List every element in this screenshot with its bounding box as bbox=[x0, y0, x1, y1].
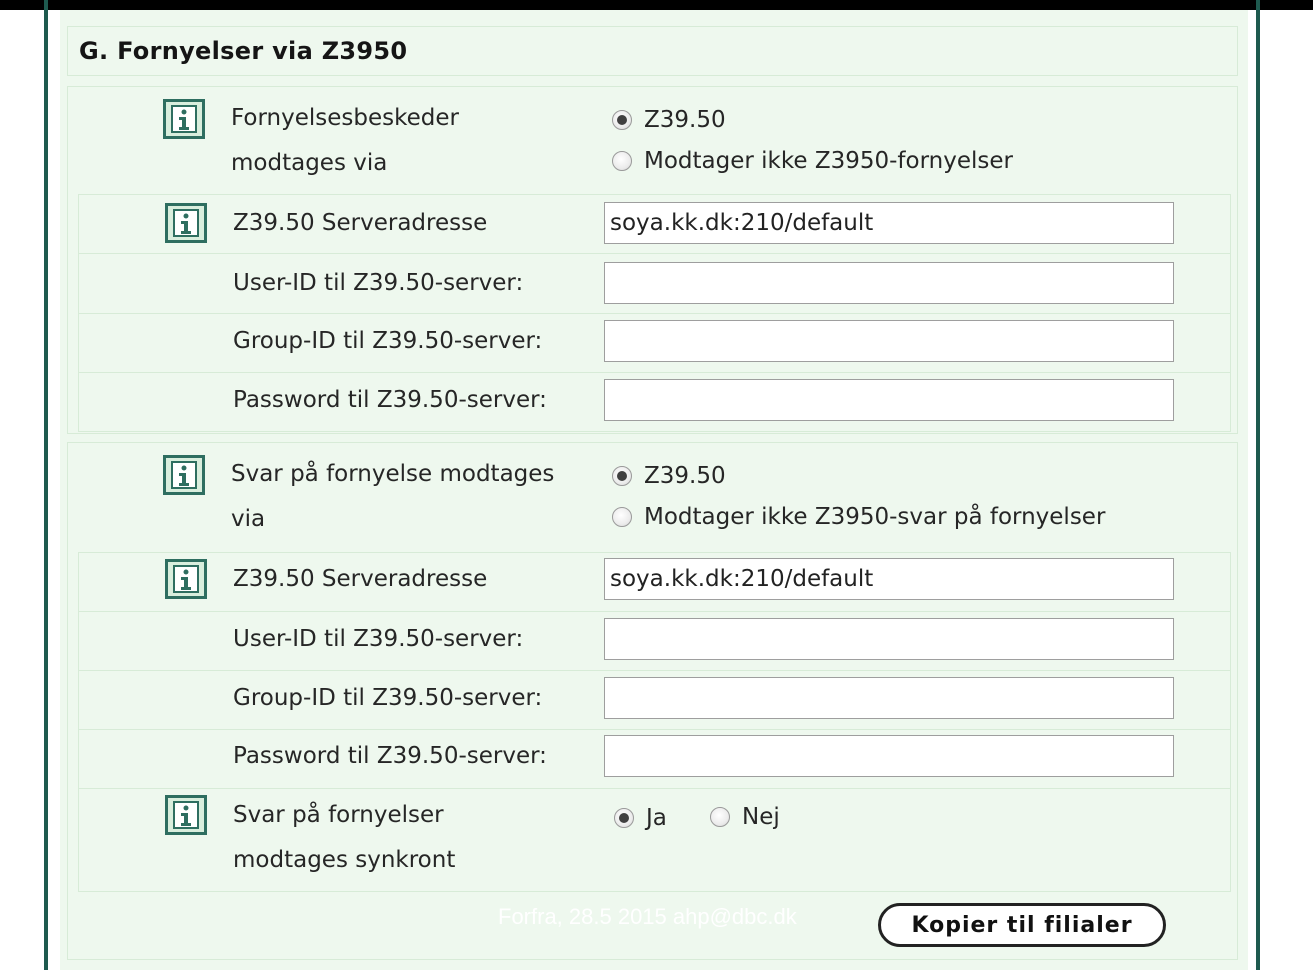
info-icon[interactable] bbox=[163, 455, 205, 495]
section-header: G. Fornyelser via Z3950 bbox=[67, 26, 1238, 76]
section-title: G. Fornyelser via Z3950 bbox=[79, 37, 408, 65]
server-address-input[interactable] bbox=[604, 558, 1174, 600]
renewal-answers-label-line2: via bbox=[231, 506, 266, 532]
user-id-input[interactable] bbox=[604, 618, 1174, 660]
password-label: Password til Z39.50-server: bbox=[233, 743, 547, 769]
renewal-answers-label-line1: Svar på fornyelse modtages bbox=[231, 461, 555, 487]
user-id-label: User-ID til Z39.50-server: bbox=[233, 626, 524, 652]
group-id-label: Group-ID til Z39.50-server: bbox=[233, 328, 543, 354]
radio-label: Z39.50 bbox=[644, 107, 726, 133]
radio-option-no-z3950[interactable]: Modtager ikke Z3950-fornyelser bbox=[612, 141, 1013, 181]
synchronous-label-line2: modtages synkront bbox=[233, 847, 456, 873]
group-id-label: Group-ID til Z39.50-server: bbox=[233, 685, 543, 711]
info-icon[interactable] bbox=[165, 559, 207, 599]
radio-label: Modtager ikke Z3950-svar på fornyelser bbox=[644, 504, 1106, 530]
row-divider bbox=[78, 611, 1231, 612]
server-address-input[interactable] bbox=[604, 202, 1174, 244]
top-black-bar bbox=[0, 0, 1313, 10]
user-id-label: User-ID til Z39.50-server: bbox=[233, 270, 524, 296]
synchronous-label-line1: Svar på fornyelser bbox=[233, 802, 444, 828]
radio-button[interactable] bbox=[612, 151, 632, 171]
renewal-requests-label-line2: modtages via bbox=[231, 150, 388, 176]
password-label: Password til Z39.50-server: bbox=[233, 387, 547, 413]
radio-label: Nej bbox=[742, 804, 780, 830]
radio-button-checked[interactable] bbox=[614, 808, 634, 828]
info-icon[interactable] bbox=[163, 99, 205, 139]
row-divider bbox=[78, 253, 1231, 254]
radio-label: Ja bbox=[646, 805, 667, 831]
user-id-input[interactable] bbox=[604, 262, 1174, 304]
server-address-label: Z39.50 Serveradresse bbox=[233, 566, 488, 592]
radio-option-z3950[interactable]: Z39.50 bbox=[612, 100, 726, 140]
radio-option-yes[interactable]: Ja bbox=[614, 798, 667, 838]
row-divider bbox=[78, 670, 1231, 671]
radio-option-z3950[interactable]: Z39.50 bbox=[612, 456, 726, 496]
radio-button[interactable] bbox=[612, 507, 632, 527]
info-icon[interactable] bbox=[165, 795, 207, 835]
server-address-label: Z39.50 Serveradresse bbox=[233, 210, 488, 236]
row-divider bbox=[78, 788, 1231, 789]
renewal-requests-label-line1: Fornyelsesbeskeder bbox=[231, 105, 459, 131]
group-id-input[interactable] bbox=[604, 677, 1174, 719]
footer-credit: Forfra, 28.5 2015 ahp@dbc.dk bbox=[498, 904, 797, 929]
password-input[interactable] bbox=[604, 735, 1174, 777]
row-divider bbox=[78, 729, 1231, 730]
radio-option-no-z3950-answers[interactable]: Modtager ikke Z3950-svar på fornyelser bbox=[612, 497, 1105, 537]
copy-to-branches-button[interactable]: Kopier til filialer bbox=[878, 903, 1166, 947]
radio-label: Modtager ikke Z3950-fornyelser bbox=[644, 148, 1013, 174]
row-divider bbox=[78, 372, 1231, 373]
group-id-input[interactable] bbox=[604, 320, 1174, 362]
radio-option-no[interactable]: Nej bbox=[710, 797, 780, 837]
right-frame-border bbox=[1256, 0, 1260, 970]
row-divider bbox=[78, 313, 1231, 314]
radio-label: Z39.50 bbox=[644, 463, 726, 489]
password-input[interactable] bbox=[604, 379, 1174, 421]
radio-button-checked[interactable] bbox=[612, 466, 632, 486]
radio-button[interactable] bbox=[710, 807, 730, 827]
radio-button-checked[interactable] bbox=[612, 110, 632, 130]
left-frame-border bbox=[44, 0, 48, 970]
info-icon[interactable] bbox=[165, 203, 207, 243]
